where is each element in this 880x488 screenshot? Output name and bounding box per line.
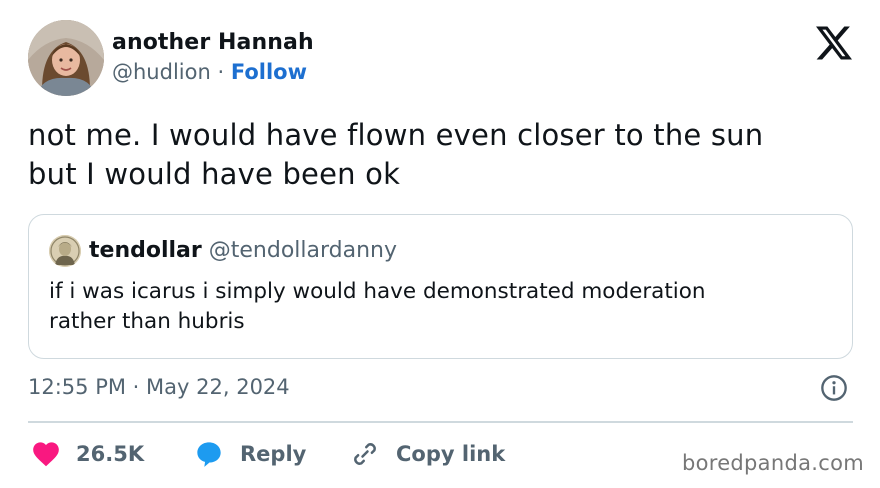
quote-text-line: rather than hubris: [49, 309, 245, 334]
tweet-text: not me. I would have flown even closer t…: [28, 116, 858, 194]
handle-separator: ·: [217, 60, 225, 84]
timestamp-separator: ·: [132, 375, 140, 399]
profile-photo-icon: [28, 20, 104, 96]
link-icon: [354, 443, 376, 465]
quote-handle[interactable]: @tendollardanny: [209, 238, 397, 263]
reply-button[interactable]: Reply: [194, 436, 306, 472]
quote-text: if i was icarus i simply would have demo…: [49, 277, 829, 337]
reply-bubble-icon: [197, 442, 221, 467]
tweet-date: May 22, 2024: [146, 375, 290, 399]
tweet-header: another Hannah @hudlion · Follow: [28, 20, 858, 100]
like-count: 26.5K: [76, 442, 145, 466]
tweet-text-line: but I would have been ok: [28, 157, 401, 191]
author-handle[interactable]: @hudlion: [112, 60, 211, 84]
tweet-timestamp[interactable]: 12:55 PM · May 22, 2024: [28, 372, 290, 402]
heart-icon: [33, 442, 59, 467]
copy-link-button[interactable]: Copy link: [350, 436, 505, 472]
author-avatar[interactable]: [28, 20, 104, 96]
author-display-name[interactable]: another Hannah: [112, 29, 314, 57]
quoted-tweet[interactable]: tendollar @tendollardanny if i was icaru…: [28, 214, 853, 359]
quote-text-line: if i was icarus i simply would have demo…: [49, 279, 706, 304]
x-logo-icon[interactable]: [816, 26, 852, 60]
hamilton-portrait-icon: [49, 235, 81, 267]
quote-avatar[interactable]: [49, 235, 81, 267]
tweet-text-line: not me. I would have flown even closer t…: [28, 118, 764, 152]
reply-label: Reply: [240, 442, 307, 466]
like-button[interactable]: 26.5K: [32, 436, 144, 472]
source-watermark: boredpanda.com: [681, 451, 864, 475]
tweet-time: 12:55 PM: [28, 375, 126, 399]
copy-link-label: Copy link: [396, 442, 506, 466]
quote-display-name[interactable]: tendollar: [89, 238, 202, 263]
divider: [28, 421, 853, 423]
info-icon[interactable]: [820, 374, 848, 402]
follow-button[interactable]: Follow: [231, 60, 307, 84]
